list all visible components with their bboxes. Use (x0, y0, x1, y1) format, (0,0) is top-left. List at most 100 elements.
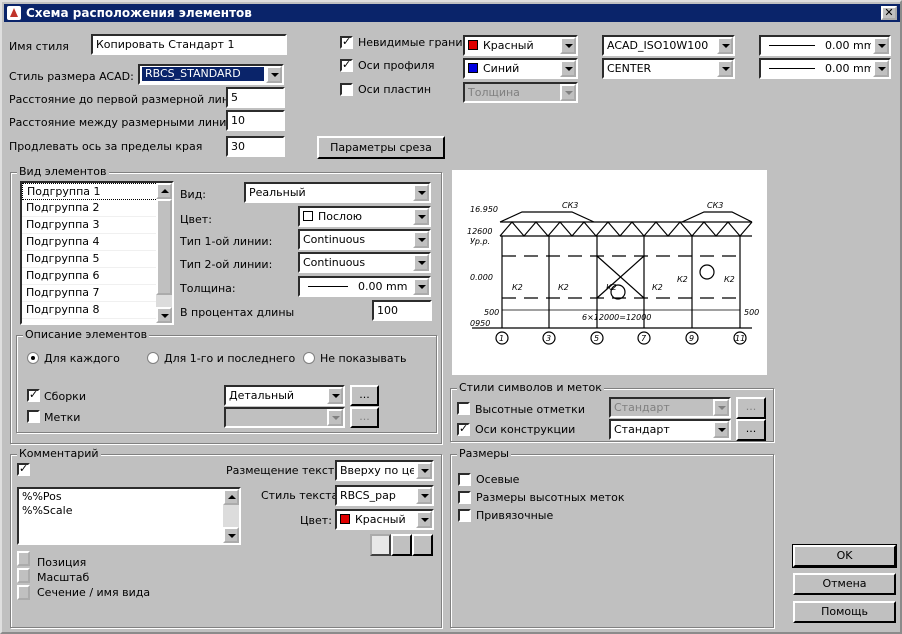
elevation-marks-select[interactable]: Стандарт (609, 397, 731, 418)
chevron-down-icon[interactable] (416, 462, 432, 479)
percent-input[interactable]: 100 (372, 300, 432, 321)
subgroup-item[interactable]: Подгруппа 7 (22, 285, 172, 302)
profile-axes-checkbox[interactable] (340, 58, 353, 72)
chevron-down-icon[interactable] (416, 487, 432, 504)
subgroup-item[interactable]: Подгруппа 5 (22, 251, 172, 268)
list-scrollbar[interactable] (156, 183, 172, 323)
hidden-edges-color-select[interactable]: Красный (463, 35, 578, 56)
assemblies-more-button[interactable]: ... (350, 385, 379, 406)
construction-axes-more-button[interactable]: ... (736, 419, 766, 441)
chevron-down-icon[interactable] (413, 208, 429, 225)
subgroup-list[interactable]: Подгруппа 1 Подгруппа 2 Подгруппа 3 Подгруп… (20, 181, 174, 325)
construction-axes-checkbox[interactable] (457, 422, 470, 436)
chevron-down-icon[interactable] (873, 37, 889, 54)
chevron-down-icon[interactable] (873, 60, 889, 77)
chevron-down-icon[interactable] (717, 60, 733, 77)
position-button[interactable] (17, 551, 30, 566)
radio-none[interactable] (303, 352, 315, 364)
hidden-edges-checkbox[interactable] (340, 35, 353, 49)
line2-label: Тип 2-ой линии: (180, 258, 273, 271)
chevron-down-icon[interactable] (413, 254, 429, 271)
style-name-input[interactable]: Копировать Стандарт 1 (91, 34, 287, 55)
elevation-marks-checkbox[interactable] (457, 402, 470, 415)
marks-select[interactable] (224, 407, 345, 428)
marks-checkbox[interactable] (27, 410, 40, 423)
view-select[interactable]: Реальный (244, 182, 431, 203)
section-params-button[interactable]: Параметры среза (317, 136, 445, 159)
chevron-down-icon[interactable] (717, 37, 733, 54)
radio-first-last[interactable] (147, 352, 159, 364)
comment-checkbox[interactable] (17, 462, 30, 476)
line1-select[interactable]: Continuous (298, 229, 431, 250)
radio-each[interactable] (27, 352, 39, 364)
profile-axes-linetype-value: CENTER (607, 62, 652, 75)
plate-axes-checkbox[interactable] (340, 83, 353, 96)
chevron-down-icon[interactable] (713, 421, 729, 438)
chevron-down-icon[interactable] (327, 409, 343, 426)
chevron-down-icon[interactable] (416, 511, 432, 528)
chevron-down-icon[interactable] (327, 387, 343, 404)
radio-each-label: Для каждого (44, 352, 120, 365)
element-color-select[interactable]: Послою (298, 206, 431, 227)
chevron-down-icon[interactable] (560, 84, 576, 101)
dist-between-input[interactable]: 10 (226, 110, 285, 131)
chevron-down-icon[interactable] (266, 66, 282, 83)
chevron-down-icon[interactable] (560, 37, 576, 54)
dist-first-input[interactable]: 5 (226, 87, 285, 108)
subgroup-item[interactable]: Подгруппа 8 (22, 302, 172, 319)
assemblies-label: Сборки (44, 390, 86, 403)
cancel-button[interactable]: Отмена (793, 573, 896, 595)
assemblies-select[interactable]: Детальный (224, 385, 345, 406)
elevation-dims-checkbox[interactable] (458, 491, 471, 504)
line2-select[interactable]: Continuous (298, 252, 431, 273)
subgroup-item[interactable]: Подгруппа 3 (22, 217, 172, 234)
chevron-down-icon[interactable] (713, 399, 729, 416)
subgroup-item[interactable]: Подгруппа 2 (22, 200, 172, 217)
scroll-thumb[interactable] (156, 199, 172, 295)
hidden-edges-color-value: Красный (483, 39, 534, 52)
scale-button[interactable] (17, 568, 30, 583)
hidden-edges-linetype-select[interactable]: ACAD_ISO10W100 (602, 35, 735, 56)
acad-style-select[interactable]: RBCS_STANDARD (138, 64, 284, 85)
assemblies-checkbox[interactable] (27, 388, 40, 402)
profile-axes-color-select[interactable]: Синий (463, 58, 578, 79)
text-placement-select[interactable]: Вверху по центру (335, 460, 434, 481)
profile-axes-weight-select[interactable]: 0.00 mm (759, 58, 891, 79)
view-elements-title: Вид элементов (17, 165, 109, 178)
hidden-edges-weight-select[interactable]: 0.00 mm (759, 35, 891, 56)
plate-axes-weight-select[interactable]: Толщина (463, 82, 578, 103)
comment-scrollbar[interactable] (223, 489, 239, 543)
comment-textarea[interactable]: %%Pos %%Scale (17, 487, 241, 545)
title-bar: Схема расположения элементов ✕ (4, 4, 900, 22)
axial-dims-checkbox[interactable] (458, 473, 471, 486)
ok-button[interactable]: OK (792, 544, 897, 568)
text-align-center-button[interactable] (391, 534, 412, 556)
chevron-down-icon[interactable] (413, 231, 429, 248)
binding-dims-checkbox[interactable] (458, 509, 471, 522)
section-name-button[interactable] (17, 585, 30, 600)
thickness-select[interactable]: 0.00 mm (298, 276, 431, 297)
close-button[interactable]: ✕ (881, 6, 897, 20)
subgroup-item[interactable]: Подгруппа 1 (22, 183, 172, 200)
help-button[interactable]: Помощь (793, 601, 896, 623)
subgroup-item[interactable]: Подгруппа 6 (22, 268, 172, 285)
extend-axis-input[interactable]: 30 (226, 136, 285, 157)
scroll-down-icon[interactable] (156, 307, 172, 323)
text-align-left-button[interactable] (370, 534, 391, 556)
comment-color-select[interactable]: Красный (335, 509, 434, 530)
text-style-select[interactable]: RBCS_pap (335, 485, 434, 506)
scroll-down-icon[interactable] (223, 527, 239, 543)
profile-axes-linetype-select[interactable]: CENTER (602, 58, 735, 79)
chevron-down-icon[interactable] (560, 60, 576, 77)
comment-line-1: %%Pos (22, 490, 62, 503)
chevron-down-icon[interactable] (413, 184, 429, 201)
elevation-marks-more-button[interactable]: ... (736, 397, 766, 419)
scroll-up-icon[interactable] (223, 489, 239, 505)
subgroup-item[interactable]: Подгруппа 4 (22, 234, 172, 251)
construction-axes-select[interactable]: Стандарт (609, 419, 731, 440)
chevron-down-icon[interactable] (413, 278, 429, 295)
dist-between-label: Расстояние между размерными линиями (9, 116, 249, 129)
scroll-up-icon[interactable] (156, 183, 172, 199)
text-align-right-button[interactable] (412, 534, 433, 556)
marks-more-button[interactable]: ... (350, 407, 379, 428)
